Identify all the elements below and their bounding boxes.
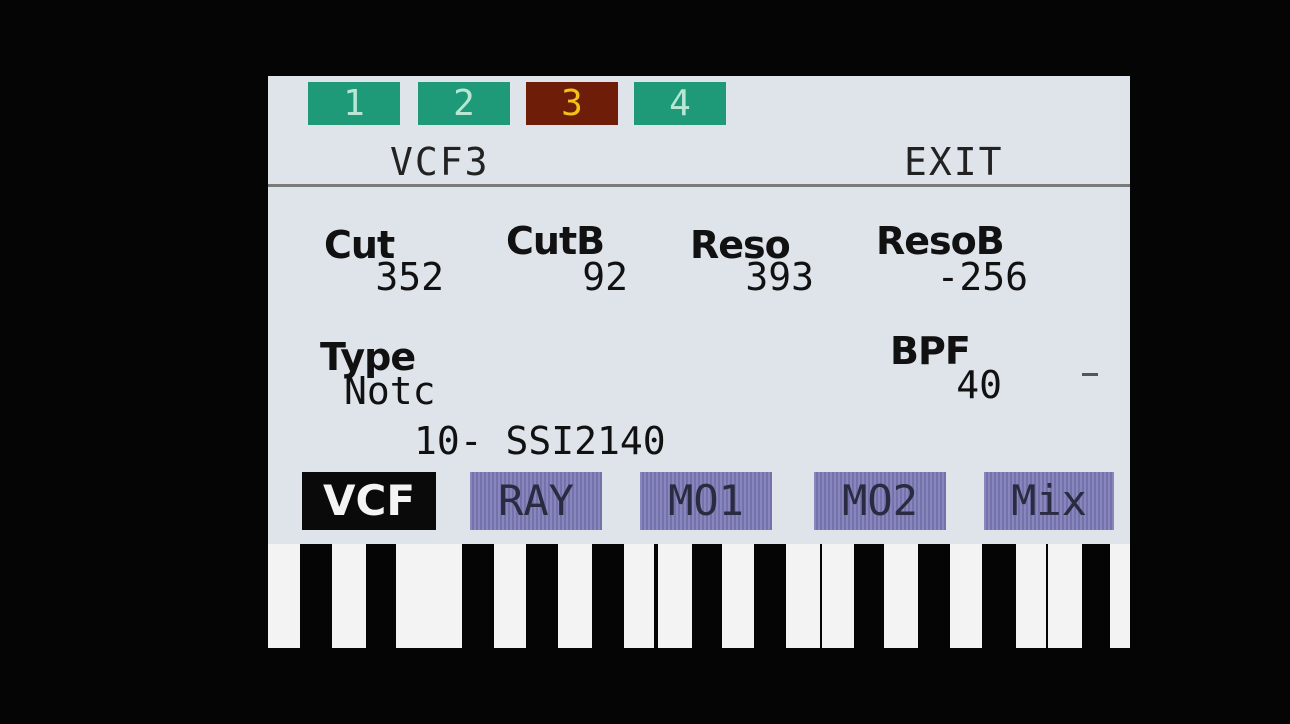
vcf-button[interactable]: VCF	[302, 472, 436, 530]
param-type-value: Notc	[344, 369, 436, 413]
lcd-screen: 1 2 3 4 VCF3 EXIT Cut 352 CutB 92 Reso 3…	[268, 76, 1130, 648]
param-resob-value: -256	[936, 255, 1028, 299]
page-title: VCF3	[390, 140, 490, 184]
tab-2[interactable]: 2	[418, 82, 510, 125]
param-reso-value: 393	[745, 255, 814, 299]
piano-white-key[interactable]	[1110, 544, 1130, 648]
mo1-button[interactable]: MO1	[640, 472, 772, 530]
filter-model: 10- SSI2140	[414, 419, 666, 463]
piano-white-key[interactable]	[658, 544, 692, 648]
mix-button[interactable]: Mix	[984, 472, 1114, 530]
param-bpf-value: 40	[956, 363, 1002, 407]
param-cut-value: 352	[375, 255, 444, 299]
exit-button[interactable]: EXIT	[904, 140, 1004, 184]
piano-white-key[interactable]	[1016, 544, 1046, 648]
piano-white-key[interactable]	[950, 544, 982, 648]
tab-1[interactable]: 1	[308, 82, 400, 125]
mo2-button[interactable]: MO2	[814, 472, 946, 530]
tab-3[interactable]: 3	[526, 82, 618, 125]
param-cutb-value: 92	[582, 255, 628, 299]
piano-keyboard[interactable]	[268, 544, 1130, 648]
piano-white-key[interactable]	[822, 544, 854, 648]
piano-white-key[interactable]	[428, 544, 462, 648]
piano-white-key[interactable]	[1048, 544, 1082, 648]
dash-marker	[1082, 373, 1098, 376]
piano-white-key[interactable]	[396, 544, 430, 648]
piano-white-key[interactable]	[332, 544, 366, 648]
piano-white-key[interactable]	[624, 544, 654, 648]
ray-button[interactable]: RAY	[470, 472, 602, 530]
piano-white-key[interactable]	[268, 544, 300, 648]
piano-white-key[interactable]	[884, 544, 918, 648]
device-photo: { "tabs": [ {"label": "1", "state": "nor…	[0, 0, 1290, 724]
piano-white-key[interactable]	[786, 544, 820, 648]
header-divider	[268, 184, 1130, 187]
piano-white-key[interactable]	[494, 544, 526, 648]
piano-white-key[interactable]	[722, 544, 754, 648]
piano-white-key[interactable]	[558, 544, 592, 648]
tab-4[interactable]: 4	[634, 82, 726, 125]
